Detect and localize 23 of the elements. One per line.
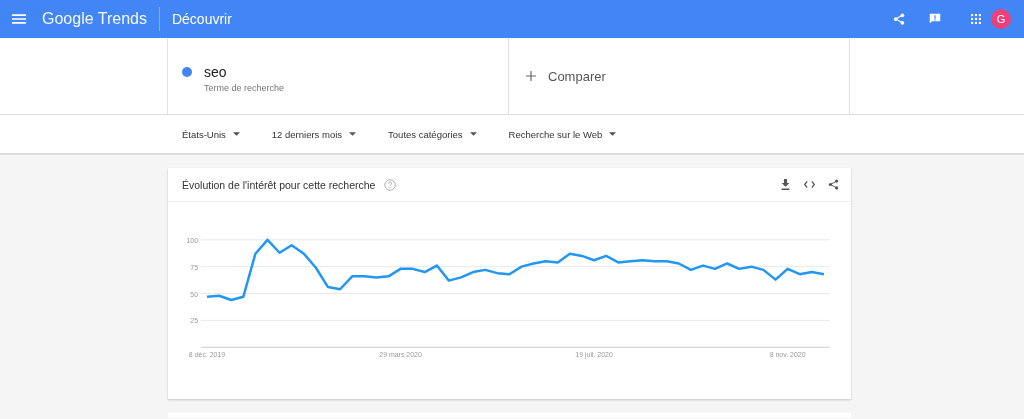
help-icon[interactable]	[384, 178, 397, 191]
caret-icon	[232, 132, 240, 136]
filter-dropdown[interactable]: États-Unis	[182, 128, 240, 140]
caret-icon	[609, 132, 617, 136]
term-subtitle: Terme de recherche	[204, 83, 285, 93]
filter-dropdown[interactable]: Toutes catégories	[388, 128, 477, 140]
caret-icon	[469, 132, 477, 136]
feedback-icon[interactable]	[929, 13, 941, 25]
search-term[interactable]: seo	[204, 64, 285, 80]
download-icon[interactable]	[780, 179, 791, 190]
share-icon[interactable]	[828, 179, 839, 190]
card-title: Évolution de l'intérêt pour cette recherche	[182, 178, 376, 191]
apps-icon[interactable]	[971, 14, 981, 24]
plus-icon	[526, 71, 536, 81]
page-title: Découvrir	[171, 11, 232, 27]
embed-code-icon[interactable]	[804, 179, 815, 190]
filter-dropdown[interactable]: Recherche sur le Web	[508, 128, 617, 140]
caret-icon	[349, 132, 357, 136]
menu-icon[interactable]	[12, 14, 26, 24]
share-icon[interactable]	[893, 13, 905, 25]
filter-dropdown[interactable]: 12 derniers mois	[271, 128, 357, 140]
avatar[interactable]: G	[991, 9, 1011, 29]
compare-button[interactable]: Comparer	[509, 38, 850, 114]
